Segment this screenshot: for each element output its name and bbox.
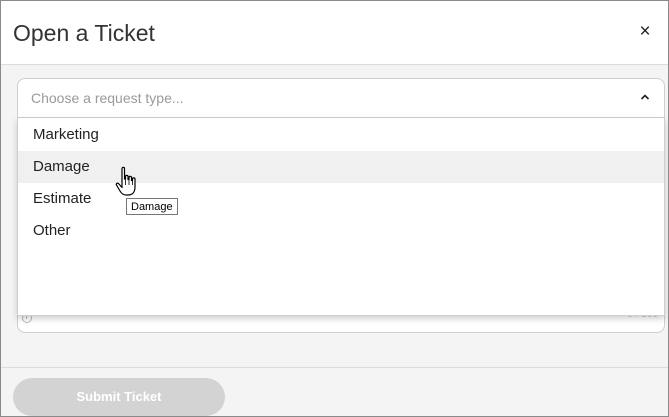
- close-icon: ×: [639, 21, 651, 42]
- close-button[interactable]: ×: [634, 21, 656, 43]
- option-tooltip: Damage: [126, 198, 178, 215]
- dialog-body: 0 / 500 Choose a request type... Marketi…: [1, 65, 668, 367]
- option-other[interactable]: Other: [18, 215, 664, 247]
- dialog-title: Open a Ticket: [13, 20, 155, 46]
- request-type-placeholder: Choose a request type...: [31, 90, 184, 106]
- chevron-up-icon: [640, 94, 650, 100]
- submit-ticket-button[interactable]: Submit Ticket: [13, 378, 225, 416]
- open-ticket-dialog: Open a Ticket × 0 / 500 Choose a request…: [0, 0, 669, 417]
- hand-pointer-icon: [115, 166, 136, 196]
- dialog-header: Open a Ticket ×: [1, 1, 668, 65]
- option-marketing[interactable]: Marketing: [18, 119, 664, 151]
- dialog-footer: Submit Ticket: [1, 367, 668, 416]
- request-type-dropdown: Marketing Damage Estimate Other: [17, 118, 665, 316]
- request-type-select[interactable]: Choose a request type...: [17, 78, 665, 118]
